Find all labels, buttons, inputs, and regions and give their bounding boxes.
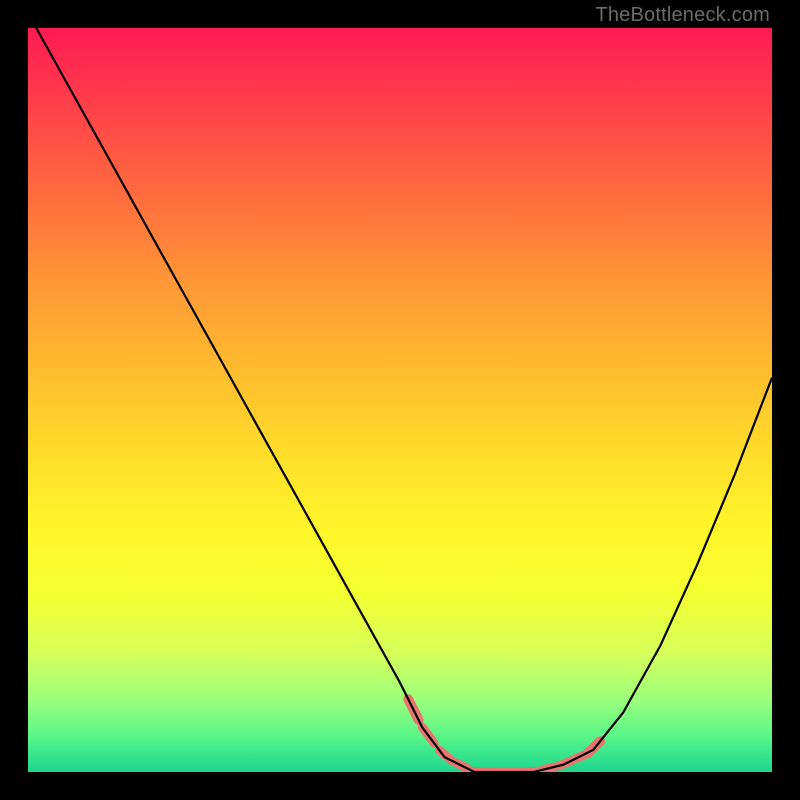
chart-frame: TheBottleneck.com <box>0 0 800 800</box>
watermark-text: TheBottleneck.com <box>595 4 770 27</box>
curve-layer <box>28 28 772 772</box>
plot-area <box>28 28 772 772</box>
bottleneck-curve <box>28 28 772 772</box>
